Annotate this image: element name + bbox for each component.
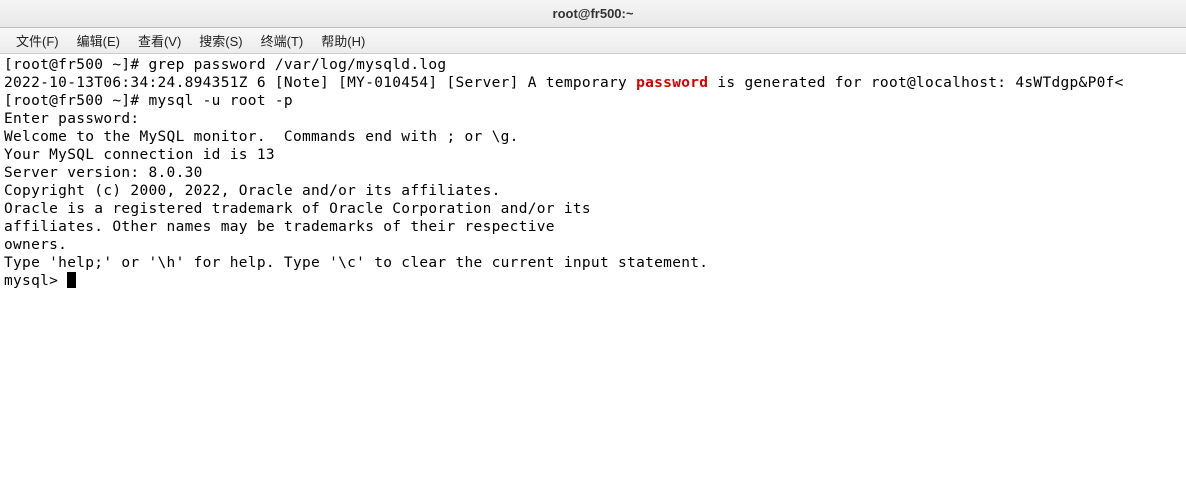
- terminal-text: 2022-10-13T06:34:24.894351Z 6 [Note] [MY…: [4, 75, 636, 91]
- menu-edit[interactable]: 编辑(E): [69, 28, 128, 53]
- highlighted-text: password: [636, 75, 708, 91]
- titlebar: root@fr500:~: [0, 0, 1186, 28]
- terminal-line: affiliates. Other names may be trademark…: [4, 218, 1182, 236]
- terminal-line: Server version: 8.0.30: [4, 164, 1182, 182]
- terminal-line: Type 'help;' or '\h' for help. Type '\c'…: [4, 254, 1182, 272]
- terminal-line: Copyright (c) 2000, 2022, Oracle and/or …: [4, 182, 1182, 200]
- terminal-text: is generated for root@localhost: 4sWTdgp…: [708, 75, 1123, 91]
- terminal-line: Enter password:: [4, 110, 1182, 128]
- menu-view[interactable]: 查看(V): [130, 28, 189, 53]
- window-title: root@fr500:~: [553, 6, 634, 21]
- terminal-area[interactable]: [root@fr500 ~]# grep password /var/log/m…: [0, 54, 1186, 292]
- terminal-line: owners.: [4, 236, 1182, 254]
- menu-file[interactable]: 文件(F): [8, 28, 67, 53]
- terminal-line: 2022-10-13T06:34:24.894351Z 6 [Note] [MY…: [4, 74, 1182, 92]
- terminal-line: [root@fr500 ~]# mysql -u root -p: [4, 92, 1182, 110]
- terminal-line: Your MySQL connection id is 13: [4, 146, 1182, 164]
- menu-search[interactable]: 搜索(S): [191, 28, 250, 53]
- mysql-prompt: mysql>: [4, 273, 67, 289]
- terminal-line: [root@fr500 ~]# grep password /var/log/m…: [4, 56, 1182, 74]
- menubar: 文件(F) 编辑(E) 查看(V) 搜索(S) 终端(T) 帮助(H): [0, 28, 1186, 54]
- terminal-line: Welcome to the MySQL monitor. Commands e…: [4, 128, 1182, 146]
- terminal-line: Oracle is a registered trademark of Orac…: [4, 200, 1182, 218]
- cursor: [67, 272, 76, 288]
- terminal-prompt-line: mysql>: [4, 272, 1182, 290]
- menu-terminal[interactable]: 终端(T): [253, 28, 312, 53]
- menu-help[interactable]: 帮助(H): [313, 28, 373, 53]
